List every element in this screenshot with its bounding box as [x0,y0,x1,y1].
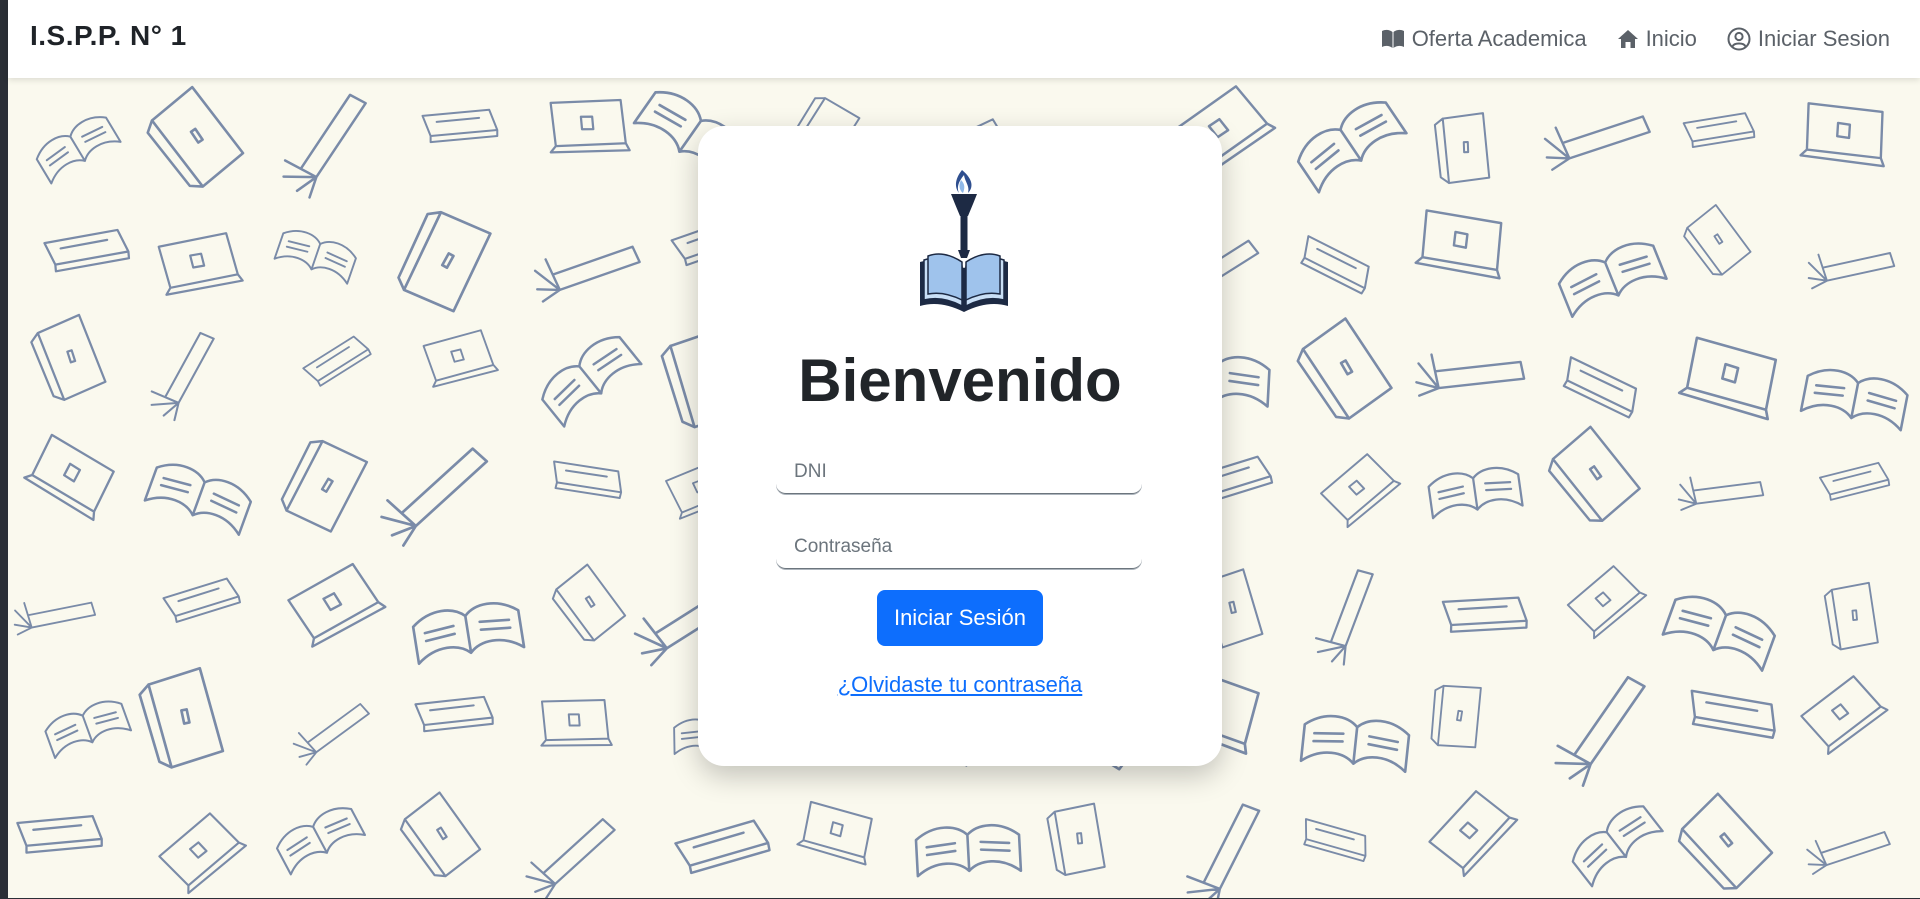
page: I.S.P.P. N° 1 Oferta Academica Inicio In… [0,0,1920,899]
book-doodle [44,700,133,760]
book-doodle [1433,112,1491,185]
book-doodle [158,812,248,895]
book-doodle [553,460,623,499]
book-doodle [541,335,643,428]
nav-iniciar-sesion-label: Iniciar Sesion [1757,26,1890,51]
book-doodle [1677,336,1778,421]
book-doodle [1807,252,1896,290]
book-doodle [411,601,526,666]
book-doodle [540,698,613,747]
nav-iniciar-sesion-link[interactable]: Iniciar Sesion [1727,26,1890,52]
book-doodle [23,433,115,522]
forgot-password-link[interactable]: ¿Olvidaste tu contraseña [698,672,1222,698]
book-doodle [157,232,244,296]
book-doodle [525,818,616,899]
password-input[interactable] [776,525,1142,569]
book-doodle [13,601,97,636]
book-doodle [551,563,627,642]
book-doodle [1566,565,1648,640]
book-doodle [138,666,225,769]
book-doodle [1543,115,1651,171]
book-doodle [380,447,489,547]
book-doodle [1823,581,1879,651]
book-doodle [273,230,357,285]
book-doodle [1303,818,1367,863]
book-doodle [302,335,372,387]
book-doodle [1415,353,1526,397]
book-doodle [1818,461,1891,501]
book-doodle [1320,453,1402,529]
book-doodle [1554,675,1646,787]
dni-input[interactable] [776,450,1142,494]
book-doodle [1441,596,1528,633]
book-doodle [1800,675,1889,756]
book-doodle [1315,569,1374,666]
nav-inicio-label: Inicio [1645,26,1697,51]
nav-links: Oferta Academica Inicio Iniciar Sesion [1381,0,1920,78]
book-doodle [292,703,370,766]
book-doodle [1661,595,1777,672]
book-doodle [287,562,387,648]
login-button[interactable]: Iniciar Sesión [877,590,1043,646]
book-doodle [1296,317,1393,420]
book-doodle [1557,242,1668,319]
book-doodle [1547,425,1641,522]
book-doodle [397,210,492,313]
book-doodle [399,791,482,878]
book-doodle [143,463,253,536]
book-doodle [146,85,245,188]
book-doodle [1677,792,1774,890]
home-icon [1617,29,1639,49]
book-doodle [1296,101,1408,194]
book-doodle [914,823,1023,878]
book-doodle [1562,356,1638,419]
book-doodle [421,108,499,144]
window-left-edge [0,0,8,899]
book-doodle [1806,831,1891,875]
nav-oferta-academica-link[interactable]: Oferta Academica [1381,26,1587,52]
torch-book-logo [918,166,1010,318]
nav-inicio-link[interactable]: Inicio [1617,26,1697,52]
book-doodle [414,695,494,733]
book-doodle [796,800,873,866]
book-doodle [1430,684,1482,749]
book-doodle [43,228,131,273]
welcome-title: Bienvenido [798,347,1122,414]
book-doodle [1690,689,1776,739]
user-circle-icon [1727,27,1751,51]
book-doodle [1427,466,1524,520]
book-doodle [533,245,641,303]
book-doodle [16,814,103,854]
book-doodle [275,807,367,876]
book-doodle [1799,368,1909,432]
book-doodle [1799,102,1885,168]
book-doodle [1299,714,1411,774]
book-icon [1381,29,1405,49]
book-doodle [1571,805,1664,888]
book-doodle [1414,209,1503,280]
book-doodle [1300,235,1370,295]
brand-logo-text[interactable]: I.S.P.P. N° 1 [30,20,187,52]
book-doodle [162,577,241,623]
book-doodle [1046,802,1106,876]
book-doodle [422,329,499,388]
book-doodle [30,313,107,401]
login-card: Bienvenido Iniciar Sesión ¿Olvidaste tu … [698,126,1222,766]
book-doodle [1186,803,1261,899]
top-navbar: I.S.P.P. N° 1 Oferta Academica Inicio In… [8,0,1920,78]
book-doodle [280,439,369,533]
book-doodle [1682,112,1756,148]
book-doodle [674,819,771,875]
book-doodle [549,98,631,154]
book-doodle [150,331,215,422]
book-doodle [35,116,122,185]
book-doodle [282,93,367,199]
book-doodle [1677,476,1765,511]
nav-oferta-academica-label: Oferta Academica [1411,26,1587,51]
book-doodle [1683,204,1752,276]
book-doodle [1428,790,1519,878]
